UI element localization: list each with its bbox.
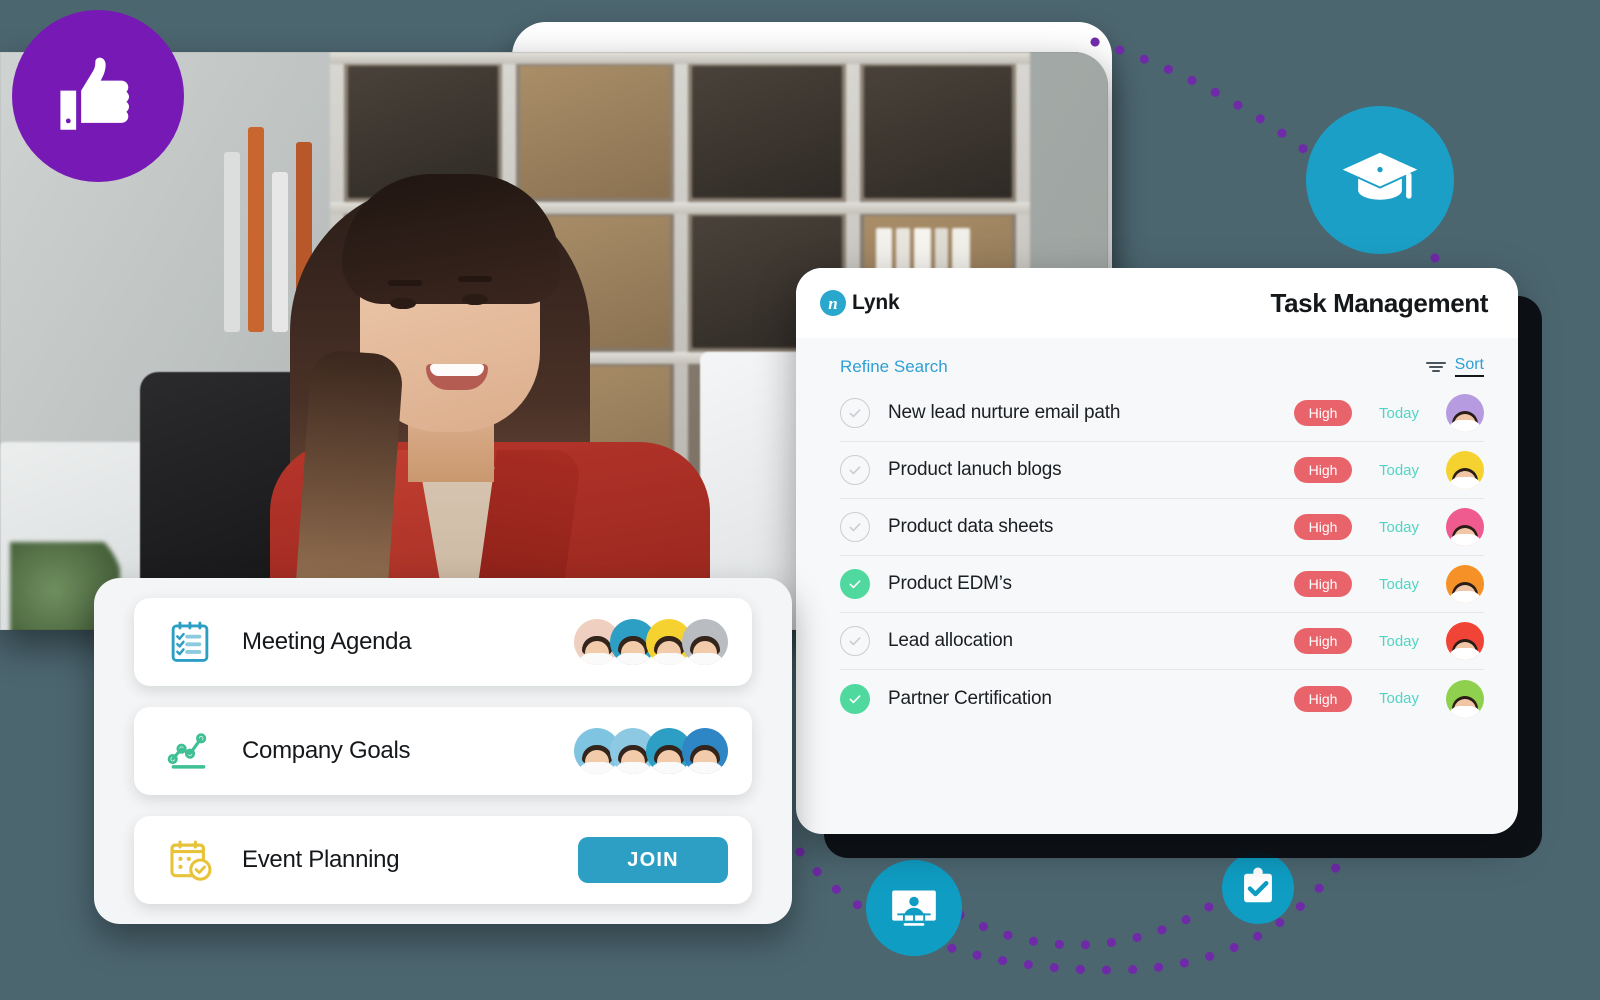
thumbs-up-badge	[12, 10, 184, 182]
task-checkbox[interactable]	[840, 683, 870, 714]
brand-name: Lynk	[852, 291, 900, 314]
task-toolbar: Refine Search Sort	[796, 338, 1518, 385]
task-name: New lead nurture email path	[888, 402, 1121, 423]
brand-mark-icon: n	[820, 290, 846, 316]
task-name: Product EDM’s	[888, 573, 1012, 594]
presentation-badge	[866, 860, 962, 956]
clipboard-check-icon	[1244, 867, 1272, 903]
due-date: Today	[1378, 575, 1420, 593]
check-icon	[849, 637, 861, 646]
quick-cards-panel: Meeting Agenda Company Goals Event Plannin…	[94, 578, 792, 924]
graduation-cap-icon	[1342, 152, 1418, 200]
thumbs-up-icon	[60, 57, 130, 130]
check-icon	[849, 409, 861, 418]
due-date: Today	[1378, 632, 1420, 650]
line-chart-icon	[167, 733, 207, 769]
due-date: Today	[1378, 518, 1420, 536]
check-icon	[849, 523, 861, 532]
card-icon-wrap	[164, 619, 216, 665]
scene-person	[230, 112, 750, 630]
assignee-avatar[interactable]	[1446, 508, 1484, 546]
task-name: Product lanuch blogs	[888, 459, 1062, 480]
task-row[interactable]: New lead nurture email path High Today	[840, 385, 1484, 442]
task-panel-header: n Lynk Task Management	[796, 268, 1518, 338]
task-name: Product data sheets	[888, 516, 1054, 537]
member-avatar[interactable]	[682, 619, 728, 665]
check-icon	[849, 580, 861, 589]
scene-pen-holder	[218, 127, 338, 332]
task-name: Lead allocation	[888, 630, 1013, 651]
sort-icon	[1425, 361, 1446, 372]
calendar-check-icon	[170, 840, 212, 881]
priority-badge: High	[1294, 685, 1352, 712]
assignee-avatar[interactable]	[1446, 451, 1484, 489]
composition-stage: n Lynk Task Management Refine Search Sor…	[0, 0, 1600, 1000]
sort-label: Sort	[1454, 356, 1484, 377]
task-management-panel: n Lynk Task Management Refine Search Sor…	[796, 268, 1518, 834]
card-label: Event Planning	[242, 846, 400, 873]
task-checkbox[interactable]	[840, 398, 870, 428]
priority-badge: High	[1294, 457, 1352, 483]
assignee-avatar[interactable]	[1446, 565, 1484, 603]
due-date: Today	[1378, 690, 1420, 707]
graduation-cap-badge	[1306, 106, 1454, 254]
task-checkbox[interactable]	[840, 569, 870, 599]
task-name: Partner Certification	[888, 687, 1052, 709]
quick-card[interactable]: Event Planning JOIN	[134, 816, 752, 904]
card-label: Company Goals	[242, 737, 411, 764]
priority-badge: High	[1294, 400, 1352, 426]
card-label: Meeting Agenda	[242, 628, 412, 655]
task-list: New lead nurture email path High Today Prod…	[796, 385, 1518, 727]
task-checkbox[interactable]	[840, 512, 870, 542]
sort-control[interactable]: Sort	[1425, 356, 1484, 377]
priority-badge: High	[1294, 571, 1352, 597]
page-title: Task Management	[1270, 287, 1489, 318]
task-row[interactable]: Product EDM’s High Today	[840, 556, 1484, 613]
quick-card[interactable]: Meeting Agenda	[134, 598, 752, 686]
due-date: Today	[1378, 461, 1420, 479]
priority-badge: High	[1294, 628, 1352, 654]
assignee-avatar[interactable]	[1446, 394, 1484, 432]
task-checkbox[interactable]	[840, 626, 870, 656]
task-checkbox[interactable]	[840, 455, 870, 485]
check-icon	[849, 694, 861, 703]
check-icon	[849, 466, 861, 475]
card-icon-wrap	[164, 728, 216, 774]
quick-card[interactable]: Company Goals	[134, 707, 752, 795]
assignee-avatar[interactable]	[1446, 622, 1484, 660]
member-avatar-group[interactable]	[574, 728, 728, 774]
presentation-icon	[892, 890, 936, 926]
join-button[interactable]: JOIN	[578, 837, 728, 883]
brand-logo: n Lynk	[820, 290, 900, 316]
task-row[interactable]: Product data sheets High Today	[840, 499, 1484, 556]
member-avatar[interactable]	[682, 728, 728, 774]
priority-badge: High	[1294, 514, 1352, 540]
checklist-notepad-icon	[171, 621, 209, 662]
task-row[interactable]: Lead allocation High Today	[840, 613, 1484, 670]
task-row[interactable]: Partner Certification High Today	[840, 670, 1484, 727]
refine-search-link[interactable]: Refine Search	[840, 357, 948, 377]
member-avatar-group[interactable]	[574, 619, 728, 665]
task-row[interactable]: Product lanuch blogs High Today	[840, 442, 1484, 499]
due-date: Today	[1378, 404, 1420, 422]
card-icon-wrap	[164, 837, 216, 883]
assignee-avatar[interactable]	[1446, 679, 1484, 718]
clipboard-check-badge	[1222, 852, 1294, 924]
